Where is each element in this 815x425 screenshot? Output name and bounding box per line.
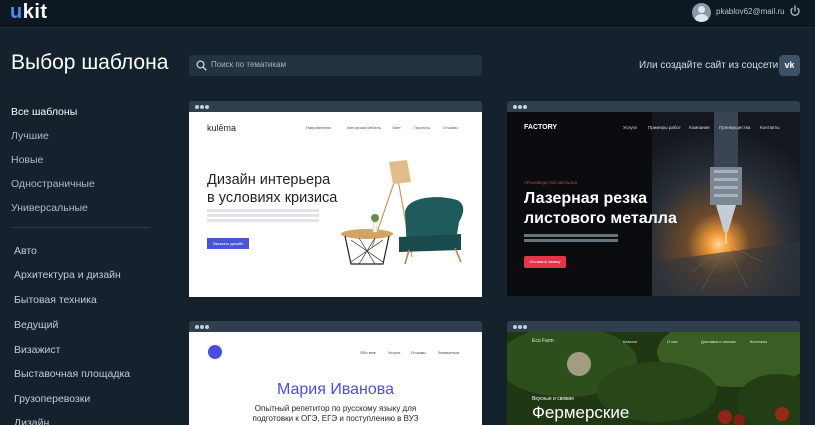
browser-bar <box>189 321 482 332</box>
search-icon <box>196 60 207 71</box>
preview-cta-button: Оставить заявку <box>524 256 566 268</box>
browser-bar <box>507 101 800 112</box>
social-create-text: Или создайте сайт из соцсети <box>639 60 779 71</box>
preview-menu-item: Каталог <box>623 339 638 344</box>
preview-menu-item: Преимущества <box>719 125 751 130</box>
filter-universal[interactable]: Универсальные <box>11 202 88 214</box>
armchair-lamp-illustration <box>341 160 464 265</box>
preview-logo <box>208 345 222 359</box>
preview-menu-item: Компания <box>689 125 710 130</box>
category-item[interactable]: Дизайн <box>14 417 49 425</box>
preview-menu-item: Направления <box>306 125 331 130</box>
preview-brand: Eco Farm <box>532 338 554 344</box>
browser-bar <box>189 101 482 112</box>
category-item[interactable]: Бытовая техника <box>14 294 97 306</box>
preview-menu-item: Услуги <box>623 125 637 130</box>
preview-menu-item: Контакты <box>760 125 780 130</box>
preview-menu-item: Примеры работ <box>648 125 681 130</box>
preview-menu-item: Записаться <box>438 350 460 355</box>
sidebar-divider <box>11 227 150 228</box>
preview-headline: Мария Иванова <box>276 381 395 398</box>
category-item[interactable]: Грузоперевозки <box>14 393 90 405</box>
preview-headline: Лазерная резка листового металла <box>524 190 677 227</box>
template-preview: kulēma Направления Авторская мебель Свет… <box>189 112 482 297</box>
category-item[interactable]: Архитектура и дизайн <box>14 269 121 281</box>
category-item[interactable]: Ведущий <box>14 319 58 331</box>
top-bar: ukit pkablov62@mail.ru <box>0 0 815 28</box>
preview-tagline: ПРОИЗВОДСТВО МЕТАЛЛА <box>524 180 578 185</box>
vk-button[interactable]: vk <box>779 55 800 76</box>
preview-brand: FACTORY <box>524 124 558 131</box>
preview-subtitle: Вкусные и свежие <box>532 396 574 402</box>
ukit-logo[interactable]: ukit <box>10 1 48 24</box>
preview-headline: Фермерские <box>532 403 630 422</box>
category-item[interactable]: Авто <box>14 245 37 257</box>
template-card-farm[interactable]: Eco Farm Каталог О нас Доставка и оплата… <box>507 321 800 425</box>
preview-menu-item: Проекты <box>414 125 431 130</box>
preview-menu-item: Свет <box>392 125 401 130</box>
preview-subtitle: Опытный репетитор по русскому языку для п… <box>252 404 419 423</box>
filter-all-templates[interactable]: Все шаблоны <box>11 106 77 118</box>
template-preview: Обо мне Услуги Отзывы Записаться Мария И… <box>189 332 482 425</box>
user-email[interactable]: pkablov62@mail.ru <box>716 7 785 16</box>
category-item[interactable]: Визажист <box>14 344 60 356</box>
preview-cta-button: Заказать дизайн <box>207 238 249 249</box>
search-placeholder: Поиск по тематикам <box>211 60 286 69</box>
browser-bar <box>507 321 800 332</box>
template-card-tutor[interactable]: Обо мне Услуги Отзывы Записаться Мария И… <box>189 321 482 425</box>
preview-paragraph <box>524 234 618 237</box>
filter-best[interactable]: Лучшие <box>11 130 49 142</box>
preview-paragraph <box>207 209 319 212</box>
preview-menu-item: Доставка и оплата <box>701 339 736 344</box>
preview-menu-item: Контакты <box>750 339 768 344</box>
preview-menu-item: Отзывы <box>411 350 426 355</box>
preview-headline: Дизайн интерьера в условиях кризиса <box>207 172 338 206</box>
user-avatar[interactable] <box>692 3 711 22</box>
filter-new[interactable]: Новые <box>11 154 43 166</box>
preview-brand: kulēma <box>207 123 237 133</box>
template-search-input[interactable]: Поиск по тематикам <box>189 55 482 76</box>
preview-menu-item: Отзывы <box>443 125 458 130</box>
preview-menu-item: Обо мне <box>360 350 376 355</box>
template-preview: FACTORY Услуги Примеры работ Компания Пр… <box>507 112 800 296</box>
page-title: Выбор шаблона <box>11 51 169 74</box>
preview-menu-item: Услуги <box>388 350 401 355</box>
template-card-factory[interactable]: FACTORY Услуги Примеры работ Компания Пр… <box>507 101 800 296</box>
template-card-interior[interactable]: kulēma Направления Авторская мебель Свет… <box>189 101 482 297</box>
preview-menu-item: Авторская мебель <box>347 125 381 130</box>
filter-one-page[interactable]: Одностраничные <box>11 178 95 190</box>
preview-menu-item: О нас <box>667 339 678 344</box>
power-icon[interactable] <box>789 5 801 17</box>
template-preview: Eco Farm Каталог О нас Доставка и оплата… <box>507 332 800 425</box>
category-item[interactable]: Выставочная площадка <box>14 368 130 380</box>
